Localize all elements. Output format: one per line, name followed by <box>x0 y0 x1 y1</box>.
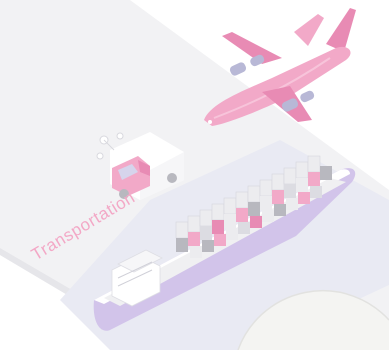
transportation-illustration: Transportation <box>0 0 389 350</box>
scene-svg <box>0 0 389 350</box>
airplane-icon <box>204 8 356 127</box>
